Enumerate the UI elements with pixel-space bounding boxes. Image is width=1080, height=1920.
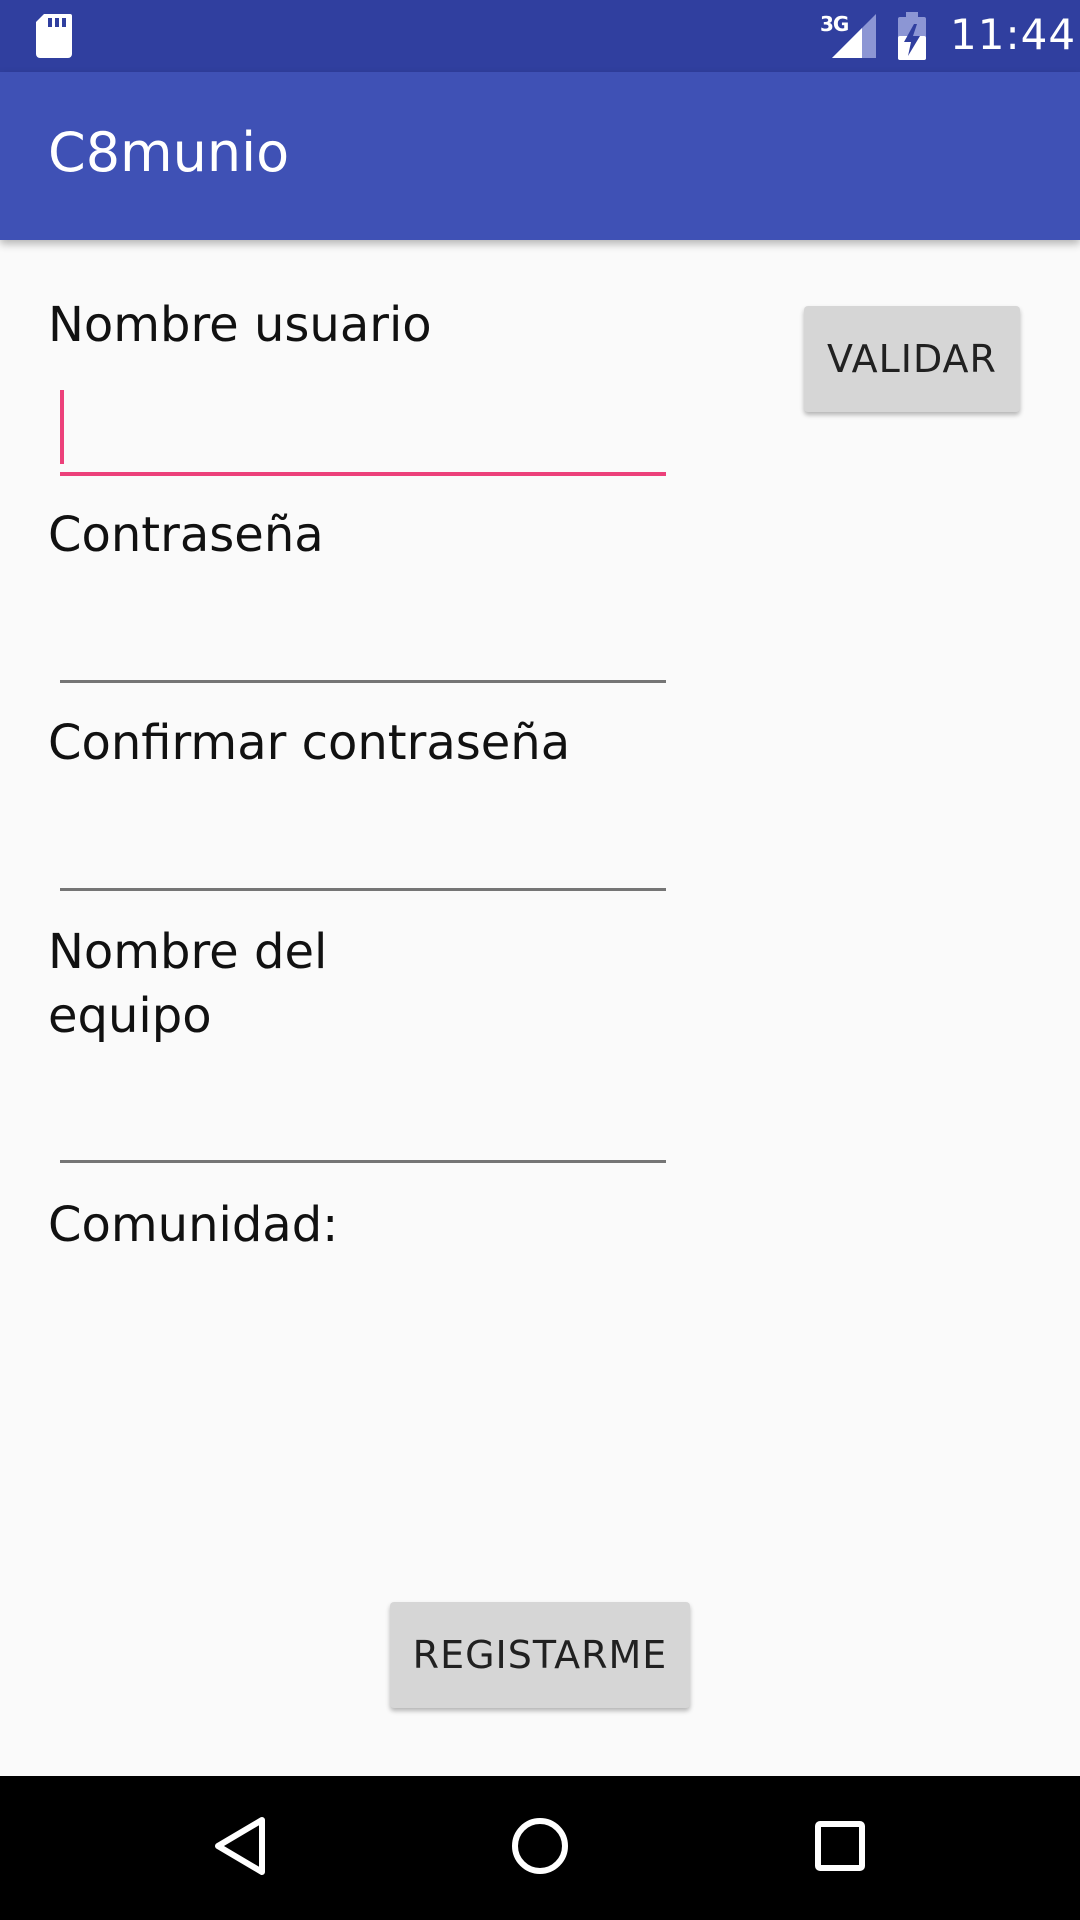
register-button[interactable]: REGISTARME <box>390 1602 690 1708</box>
username-input[interactable] <box>60 412 666 476</box>
text-cursor <box>60 390 64 464</box>
navigation-bar <box>0 1776 1080 1920</box>
signal-icon <box>828 14 876 62</box>
team-name-input[interactable] <box>60 1100 666 1163</box>
password-input[interactable] <box>60 620 666 683</box>
home-button[interactable] <box>480 1776 600 1920</box>
password-label: Contraseña <box>48 507 324 563</box>
recent-apps-icon <box>814 1820 866 1876</box>
confirm-password-label: Confirmar contraseña <box>48 715 571 771</box>
confirm-password-input[interactable] <box>60 828 666 891</box>
community-label: Comunidad: <box>48 1197 339 1253</box>
battery-charging-icon <box>898 12 926 64</box>
recent-apps-button[interactable] <box>780 1776 900 1920</box>
status-bar: 3G 11:44 <box>0 0 1080 72</box>
app-bar: C8munio <box>0 72 1080 240</box>
back-icon <box>212 1816 268 1880</box>
home-icon <box>510 1816 570 1880</box>
sd-card-icon <box>36 14 72 62</box>
username-label: Nombre usuario <box>48 297 432 353</box>
team-name-label: Nombre del equipo <box>48 924 328 1044</box>
status-clock: 11:44 <box>950 10 1077 59</box>
back-button[interactable] <box>180 1776 300 1920</box>
validate-button[interactable]: VALIDAR <box>804 306 1020 412</box>
app-title: C8munio <box>48 121 290 184</box>
